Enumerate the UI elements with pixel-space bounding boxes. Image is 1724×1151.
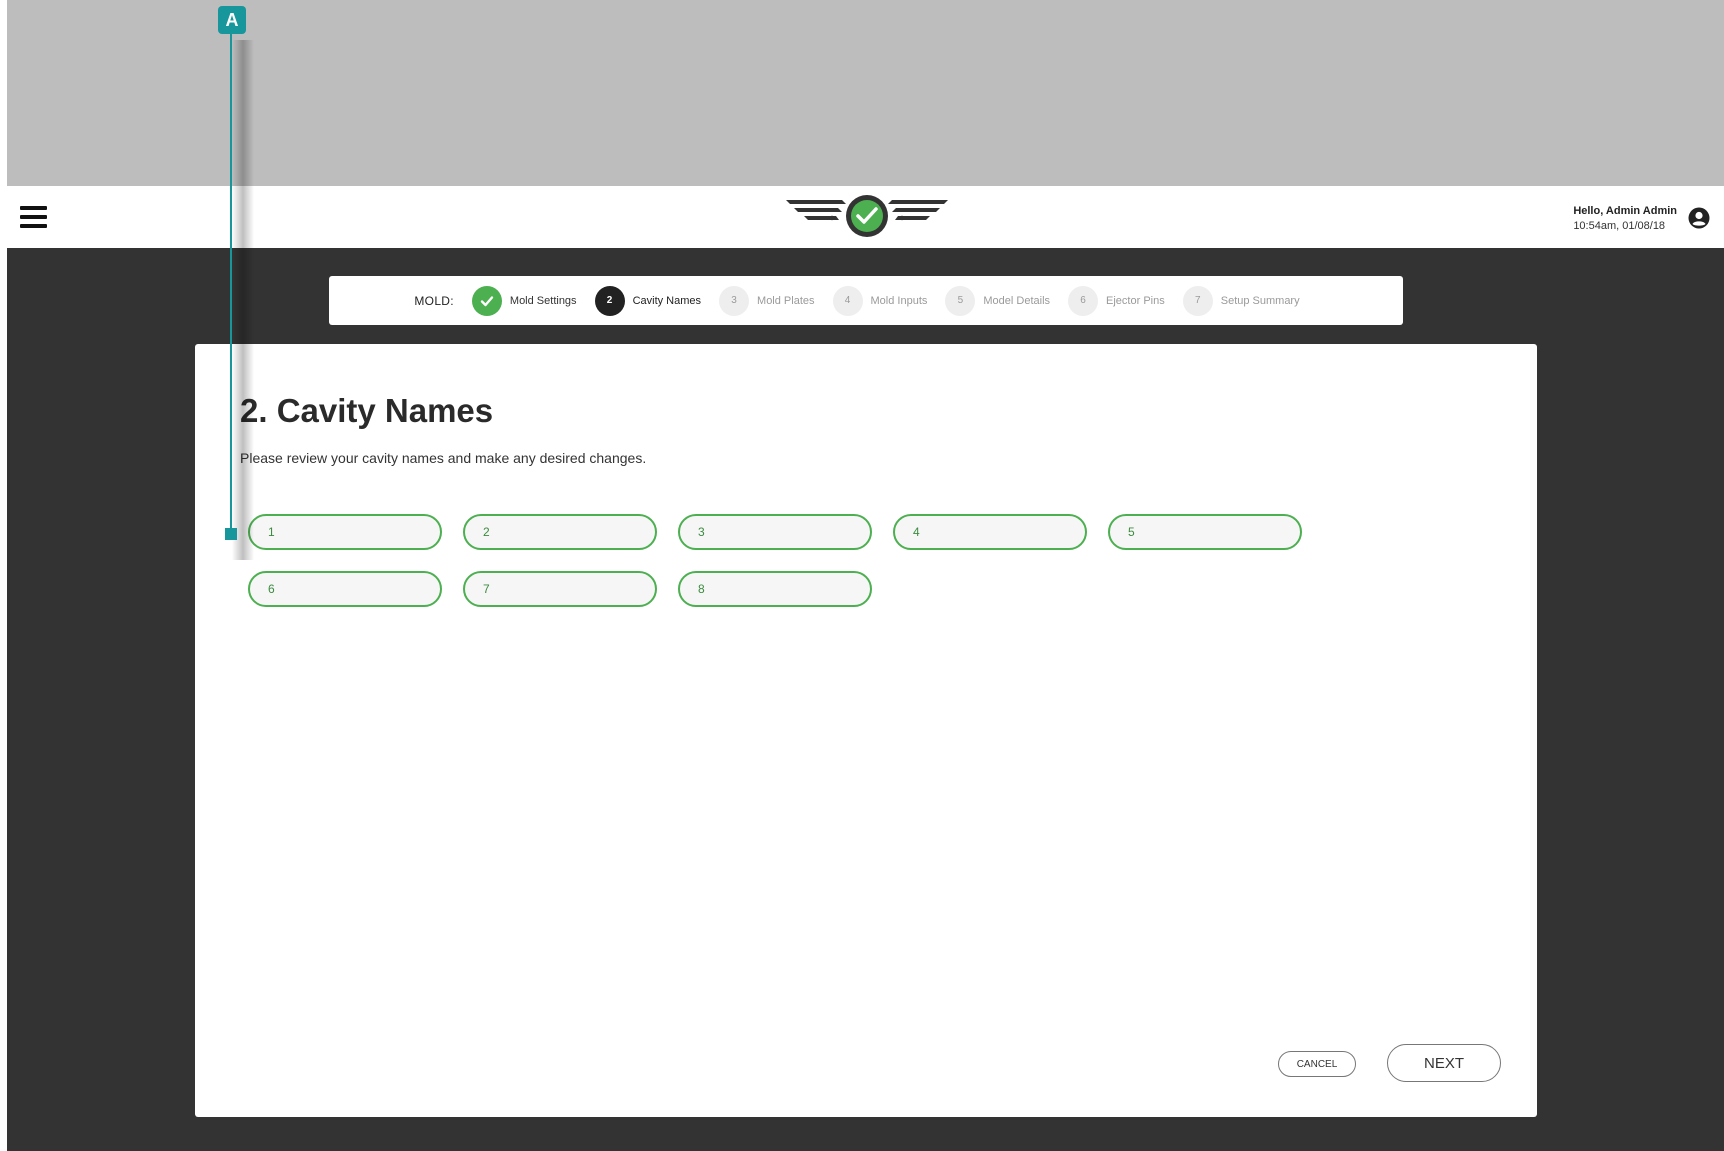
callout-anchor-dot <box>225 528 237 540</box>
app-logo <box>786 195 948 237</box>
step-name: Mold Plates <box>757 294 815 307</box>
user-greeting: Hello, Admin Admin 10:54am, 01/08/18 <box>1573 204 1677 234</box>
step-model-details[interactable]: 5 Model Details <box>945 285 1051 316</box>
step-mold-plates[interactable]: 3 Mold Plates <box>719 285 815 316</box>
hamburger-menu-icon[interactable] <box>20 206 47 228</box>
step-name: Ejector Pins <box>1106 294 1165 307</box>
checkmark-icon <box>471 285 502 316</box>
step-name: Mold Settings <box>509 294 577 307</box>
step-name: Cavity Names <box>632 294 702 307</box>
step-setup-summary[interactable]: 7 Setup Summary <box>1182 285 1300 316</box>
step-number: 6 <box>1068 285 1099 316</box>
left-edge-strip <box>0 0 7 1151</box>
cavity-name-input-8[interactable] <box>678 571 872 607</box>
step-number: 2 <box>594 285 625 316</box>
cavity-name-input-3[interactable] <box>678 514 872 550</box>
next-button[interactable]: NEXT <box>1387 1044 1501 1082</box>
callout-line <box>230 32 232 535</box>
cancel-button[interactable]: CANCEL <box>1278 1051 1356 1077</box>
step-mold-settings[interactable]: Mold Settings <box>471 285 577 316</box>
cavity-name-input-6[interactable] <box>248 571 442 607</box>
cavity-name-input-7[interactable] <box>463 571 657 607</box>
step-mold-inputs[interactable]: 4 Mold Inputs <box>832 285 928 316</box>
greeting-text: Hello, Admin Admin <box>1573 205 1677 217</box>
step-ejector-pins[interactable]: 6 Ejector Pins <box>1068 285 1165 316</box>
step-name: Setup Summary <box>1220 294 1300 307</box>
step-number: 7 <box>1182 285 1213 316</box>
cavity-name-input-4[interactable] <box>893 514 1087 550</box>
callout-badge: A <box>218 6 246 34</box>
step-number: 4 <box>832 285 863 316</box>
callout-shadow <box>232 40 254 560</box>
step-name: Model Details <box>983 294 1051 307</box>
page-title: 2. Cavity Names <box>240 392 494 429</box>
page-instructions: Please review your cavity names and make… <box>240 450 647 466</box>
current-datetime: 10:54am, 01/08/18 <box>1573 220 1666 232</box>
step-number: 3 <box>719 285 750 316</box>
cavity-name-input-1[interactable] <box>248 514 442 550</box>
cavity-name-input-5[interactable] <box>1108 514 1302 550</box>
cavity-name-input-2[interactable] <box>463 514 657 550</box>
user-account-icon[interactable] <box>1688 207 1710 229</box>
top-bar: Hello, Admin Admin 10:54am, 01/08/18 <box>7 186 1724 248</box>
step-name: Mold Inputs <box>870 294 928 307</box>
step-number: 5 <box>945 285 976 316</box>
setup-stepper: MOLD: Mold Settings 2 Cavity Names 3 Mol… <box>329 276 1403 325</box>
step-cavity-names[interactable]: 2 Cavity Names <box>594 285 702 316</box>
cavity-names-card: 2. Cavity Names Please review your cavit… <box>195 344 1537 1117</box>
stepper-label: MOLD: <box>414 293 454 308</box>
